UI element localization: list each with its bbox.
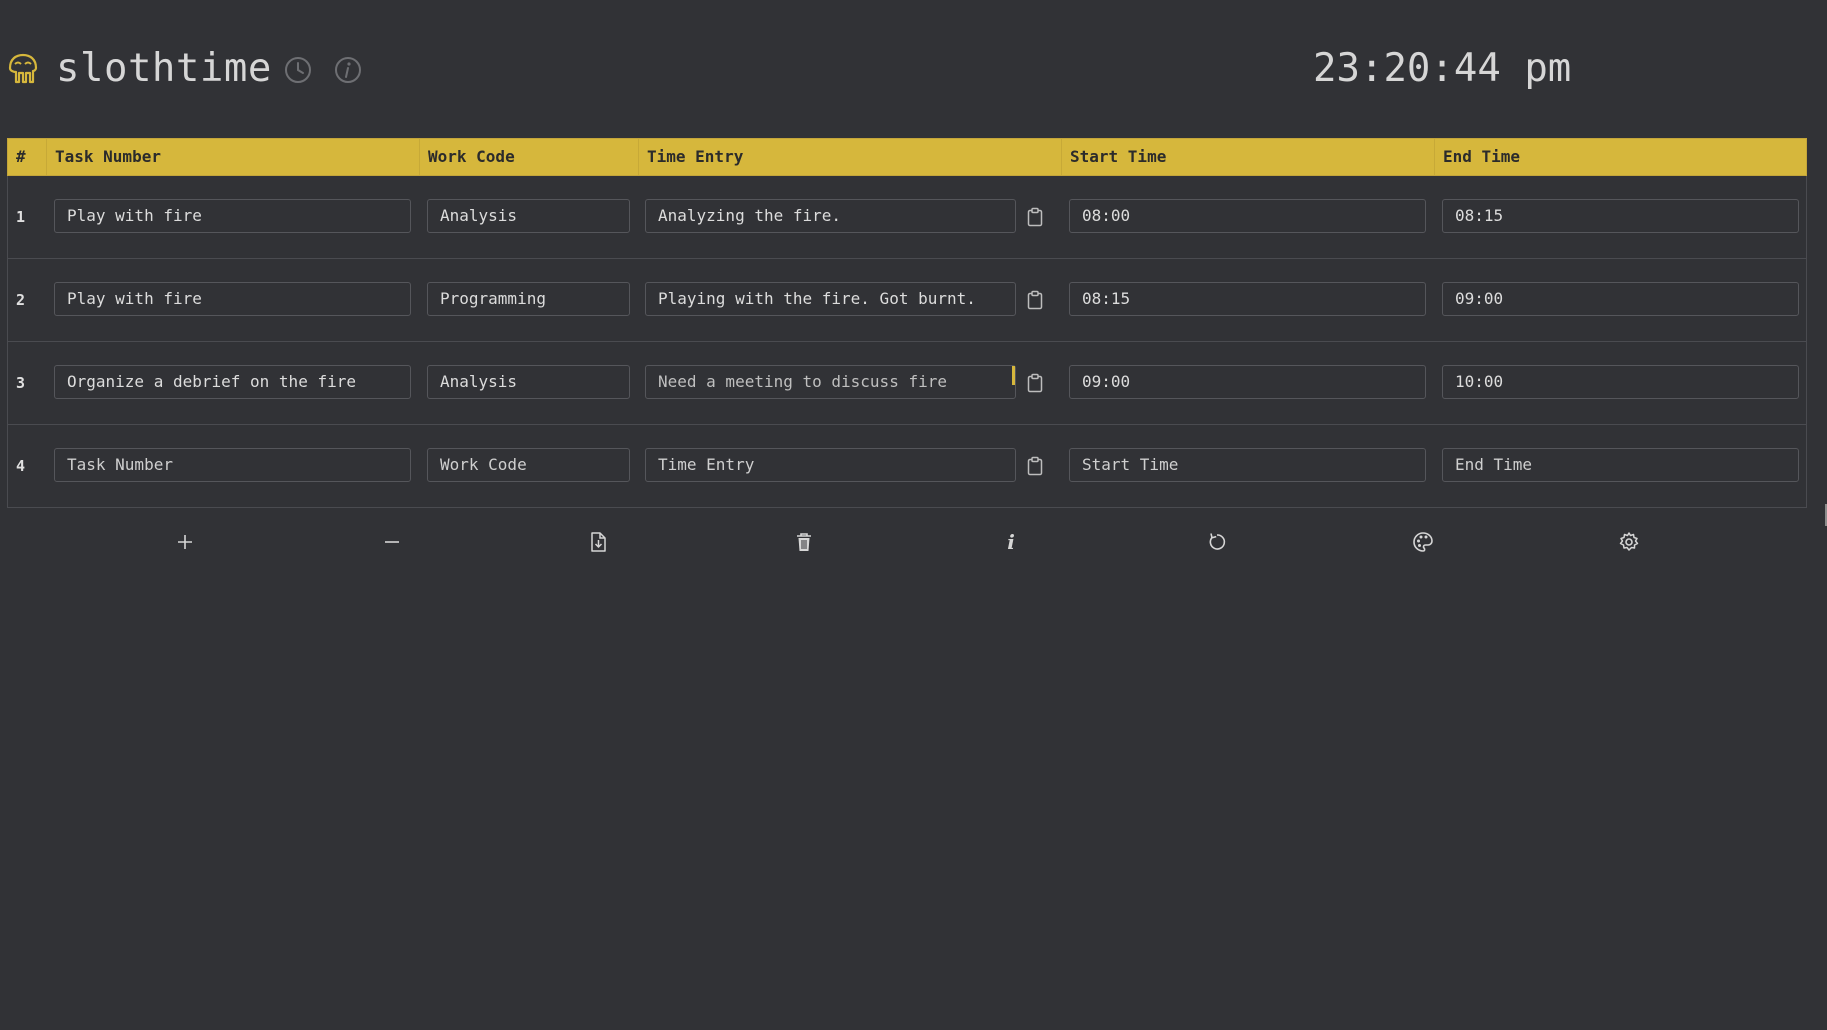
start-time-input[interactable]: 09:00 (1069, 365, 1426, 399)
time-entry-input[interactable]: Time Entry (645, 448, 1016, 482)
scroll-indicator[interactable] (1012, 366, 1015, 385)
theme-button[interactable] (1405, 524, 1441, 560)
row-number: 4 (16, 457, 26, 475)
reset-icon (1209, 533, 1226, 550)
clipboard-icon[interactable] (1026, 456, 1044, 476)
reset-button[interactable] (1199, 524, 1235, 560)
column-header-end-time: End Time (1434, 139, 1806, 175)
palette-icon (1413, 532, 1433, 552)
table-row: 3 Organize a debrief on the fire Analysi… (7, 342, 1807, 425)
row-number: 2 (16, 291, 26, 309)
clipboard-icon[interactable] (1026, 207, 1044, 227)
time-entries-table: # Task Number Work Code Time Entry Start… (7, 138, 1807, 508)
start-time-input[interactable]: Start Time (1069, 448, 1426, 482)
end-time-input[interactable]: 08:15 (1442, 199, 1799, 233)
column-header-work-code: Work Code (419, 139, 638, 175)
end-time-input[interactable]: End Time (1442, 448, 1799, 482)
row-number: 3 (16, 374, 26, 392)
add-row-icon (178, 535, 192, 549)
end-time-input[interactable]: 10:00 (1442, 365, 1799, 399)
column-header-number: # (16, 147, 26, 166)
about-info-icon[interactable] (333, 55, 363, 85)
table-row: 1 Play with fire Analysis Analyzing the … (7, 176, 1807, 259)
column-header-time-entry: Time Entry (638, 139, 1061, 175)
current-time-clock: 23:20:44 pm (1313, 46, 1572, 91)
start-time-input[interactable]: 08:15 (1069, 282, 1426, 316)
table-header: # Task Number Work Code Time Entry Start… (7, 138, 1807, 176)
table-row-new: 4 Task Number Work Code Time Entry Start… (7, 425, 1807, 508)
action-toolbar: i (0, 524, 1827, 560)
row-number: 1 (16, 208, 26, 226)
time-entry-input[interactable]: Need a meeting to discuss fire (645, 365, 1016, 399)
start-time-input[interactable]: 08:00 (1069, 199, 1426, 233)
task-number-input[interactable]: Organize a debrief on the fire (54, 365, 411, 399)
work-code-input[interactable]: Programming (427, 282, 630, 316)
end-time-input[interactable]: 09:00 (1442, 282, 1799, 316)
clipboard-icon[interactable] (1026, 373, 1044, 393)
remove-row-button[interactable] (374, 524, 410, 560)
settings-icon (1619, 532, 1639, 551)
table-row: 2 Play with fire Programming Playing wit… (7, 259, 1807, 342)
delete-all-button[interactable] (786, 524, 822, 560)
clipboard-icon[interactable] (1026, 290, 1044, 310)
work-code-input[interactable]: Analysis (427, 365, 630, 399)
app-header: slothtime 23:20:44 pm (0, 40, 1827, 102)
work-code-input[interactable]: Analysis (427, 199, 630, 233)
time-entry-input[interactable]: Playing with the fire. Got burnt. (645, 282, 1016, 316)
work-code-input[interactable]: Work Code (427, 448, 630, 482)
trash-icon (797, 533, 811, 551)
time-entry-input[interactable]: Analyzing the fire. (645, 199, 1016, 233)
task-number-input[interactable]: Play with fire (54, 199, 411, 233)
sloth-logo-icon (8, 53, 38, 84)
task-number-input[interactable]: Play with fire (54, 282, 411, 316)
task-number-input[interactable]: Task Number (54, 448, 411, 482)
settings-button[interactable] (1611, 524, 1647, 560)
add-row-button[interactable] (167, 524, 203, 560)
clock-icon[interactable] (283, 55, 313, 85)
info-button[interactable]: i (993, 524, 1029, 560)
column-header-task-number: Task Number (46, 139, 419, 175)
remove-row-icon (385, 541, 399, 543)
export-icon (591, 532, 606, 552)
app-title: slothtime (56, 46, 272, 91)
export-button[interactable] (580, 524, 616, 560)
info-icon: i (1007, 530, 1015, 554)
column-header-start-time: Start Time (1061, 139, 1434, 175)
